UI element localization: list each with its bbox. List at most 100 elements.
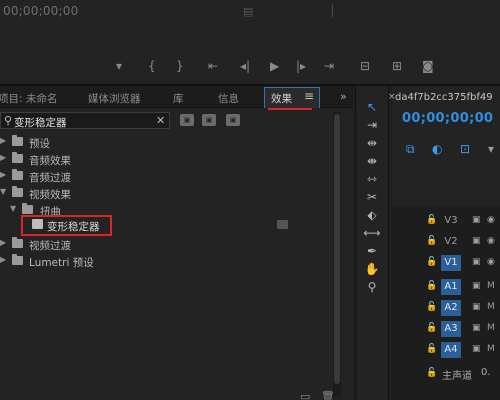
expand-arrow-icon[interactable]: ▶ bbox=[0, 255, 6, 264]
tree-item-video-transitions[interactable]: ▶ 视频过渡 bbox=[0, 236, 340, 253]
ripple-edit-tool-icon[interactable]: ⇹ bbox=[356, 136, 388, 150]
add-marker-icon[interactable]: ▾ bbox=[488, 142, 494, 156]
lock-icon[interactable]: 🔓 bbox=[426, 215, 437, 225]
track-name[interactable]: V1 bbox=[441, 255, 461, 271]
marker-icon[interactable]: ▾ bbox=[116, 58, 122, 74]
eye-icon[interactable]: ◉ bbox=[487, 215, 495, 225]
eye-icon[interactable]: ◉ bbox=[487, 236, 495, 246]
step-back-icon[interactable]: ◂| bbox=[240, 58, 250, 74]
track-v3[interactable]: 🔓 V3 ▣ ◉ bbox=[392, 211, 500, 231]
lock-icon[interactable]: 🔓 bbox=[426, 323, 437, 333]
tree-item-lumetri-presets[interactable]: ▶ Lumetri 预设 bbox=[0, 253, 340, 270]
timeline-toolbar: ⧉ ◐ ⊡ ▾ bbox=[402, 142, 500, 156]
lock-icon[interactable]: 🔓 bbox=[426, 368, 437, 378]
hand-tool-icon[interactable]: ✋ bbox=[356, 262, 388, 276]
sync-lock-icon[interactable]: ▣ bbox=[472, 344, 481, 354]
expand-arrow-icon[interactable]: ▶ bbox=[0, 136, 6, 145]
slip-tool-icon[interactable]: ⬖ bbox=[356, 208, 388, 222]
in-point-icon[interactable]: { bbox=[148, 58, 156, 74]
effects-search-input[interactable]: ⚲ 变形稳定器 ✕ bbox=[0, 112, 170, 129]
expand-arrow-icon[interactable]: ▶ bbox=[0, 153, 6, 162]
tab-effects[interactable]: 效果 bbox=[271, 91, 292, 106]
panel-menu-icon[interactable]: ≡ bbox=[304, 89, 314, 103]
insert-icon[interactable]: ⊟ bbox=[360, 58, 370, 74]
track-name[interactable]: A2 bbox=[441, 300, 461, 316]
rate-stretch-tool-icon[interactable]: ⇿ bbox=[356, 172, 388, 186]
lock-icon[interactable]: 🔓 bbox=[426, 257, 437, 267]
tree-item-audio-effects[interactable]: ▶ 音频效果 bbox=[0, 151, 340, 168]
go-to-out-icon[interactable]: ⇥ bbox=[324, 58, 334, 74]
sync-lock-icon[interactable]: ▣ bbox=[472, 323, 481, 333]
lock-icon[interactable]: 🔓 bbox=[426, 302, 437, 312]
new-bin-icon[interactable]: ▭ 🗑 bbox=[300, 390, 335, 400]
selection-tool-icon[interactable]: ↖ bbox=[356, 100, 388, 114]
lock-icon[interactable]: 🔓 bbox=[426, 236, 437, 246]
razor-tool-icon[interactable]: ✂ bbox=[356, 190, 388, 204]
linked-selection-icon[interactable]: ⊡ bbox=[460, 142, 470, 156]
out-point-icon[interactable]: } bbox=[176, 58, 184, 74]
mute-button[interactable]: M bbox=[487, 281, 495, 291]
pen-tool-icon[interactable]: ✒ bbox=[356, 244, 388, 258]
master-volume-value[interactable]: 0. bbox=[481, 367, 491, 378]
nest-icon[interactable]: ⧉ bbox=[406, 142, 415, 157]
32bit-effects-icon[interactable]: ▣ bbox=[202, 114, 216, 126]
clear-search-icon[interactable]: ✕ bbox=[156, 114, 165, 127]
track-master[interactable]: 🔓 主声道 0. bbox=[392, 364, 500, 384]
track-a3[interactable]: 🔓 A3 ▣ M bbox=[392, 319, 500, 339]
accelerated-badge-icon bbox=[277, 220, 288, 229]
tab-project[interactable]: 项目: 未命名 bbox=[0, 91, 57, 106]
track-name[interactable]: V3 bbox=[441, 213, 461, 229]
snap-icon[interactable]: ◐ bbox=[432, 142, 442, 156]
track-v2[interactable]: 🔓 V2 ▣ ◉ bbox=[392, 232, 500, 252]
zoom-tool-icon[interactable]: ⚲ bbox=[356, 280, 388, 294]
track-a2[interactable]: 🔓 A2 ▣ M bbox=[392, 298, 500, 318]
sync-lock-icon[interactable]: ▣ bbox=[472, 236, 481, 246]
sync-lock-icon[interactable]: ▣ bbox=[472, 281, 481, 291]
go-to-in-icon[interactable]: ⇤ bbox=[208, 58, 218, 74]
sync-lock-icon[interactable]: ▣ bbox=[472, 257, 481, 267]
folder-icon bbox=[12, 135, 23, 146]
yuv-effects-icon[interactable]: ▣ bbox=[226, 114, 240, 126]
track-name[interactable]: A1 bbox=[441, 279, 461, 295]
sequence-timecode[interactable]: 00;00;00;00 bbox=[402, 111, 493, 126]
scrollbar-thumb[interactable] bbox=[334, 114, 340, 384]
sync-lock-icon[interactable]: ▣ bbox=[472, 302, 481, 312]
tree-item-video-effects[interactable]: ▼ 视频效果 bbox=[0, 185, 340, 202]
eye-icon[interactable]: ◉ bbox=[487, 257, 495, 267]
tab-libraries[interactable]: 库 bbox=[173, 91, 184, 106]
mute-button[interactable]: M bbox=[487, 302, 495, 312]
expand-arrow-icon[interactable]: ▶ bbox=[0, 238, 6, 247]
lock-icon[interactable]: 🔓 bbox=[426, 281, 437, 291]
overwrite-icon[interactable]: ⊞ bbox=[392, 58, 402, 74]
tree-item-presets[interactable]: ▶ 预设 bbox=[0, 134, 340, 151]
collapse-arrow-icon[interactable]: ▼ bbox=[0, 187, 6, 196]
track-select-tool-icon[interactable]: ⇥ bbox=[356, 118, 388, 132]
lock-icon[interactable]: 🔓 bbox=[426, 344, 437, 354]
export-frame-icon[interactable]: ◙ bbox=[422, 58, 434, 74]
play-icon[interactable]: ▶ bbox=[270, 58, 279, 74]
sequence-tab[interactable]: da4f7b2cc375fbf49 bbox=[395, 92, 493, 103]
track-a4[interactable]: 🔓 A4 ▣ M bbox=[392, 340, 500, 360]
mute-button[interactable]: M bbox=[487, 344, 495, 354]
track-name[interactable]: V2 bbox=[441, 234, 461, 250]
tree-item-audio-transitions[interactable]: ▶ 音频过渡 bbox=[0, 168, 340, 185]
accelerated-effects-icon[interactable]: ▣ bbox=[180, 114, 194, 126]
monitor-timecode[interactable]: 00;00;00;00 bbox=[3, 4, 78, 18]
collapse-arrow-icon[interactable]: ▼ bbox=[10, 204, 16, 213]
more-tabs-icon[interactable]: » bbox=[340, 90, 347, 103]
expand-arrow-icon[interactable]: ▶ bbox=[0, 170, 6, 179]
rolling-edit-tool-icon[interactable]: ⇼ bbox=[356, 154, 388, 168]
mute-button[interactable]: M bbox=[487, 323, 495, 333]
effect-warp-stabilizer[interactable]: 变形稳定器 bbox=[47, 219, 100, 234]
tab-media-browser[interactable]: 媒体浏览器 bbox=[88, 91, 141, 106]
track-a1[interactable]: 🔓 A1 ▣ M bbox=[392, 277, 500, 297]
delete-icon[interactable]: 🗑 bbox=[321, 390, 335, 400]
step-forward-icon[interactable]: |▸ bbox=[296, 58, 306, 74]
tab-info[interactable]: 信息 bbox=[218, 91, 239, 106]
slide-tool-icon[interactable]: ⟷ bbox=[356, 226, 388, 240]
lift-icon[interactable]: ▤ bbox=[243, 5, 253, 18]
track-name[interactable]: A3 bbox=[441, 321, 461, 337]
sync-lock-icon[interactable]: ▣ bbox=[472, 215, 481, 225]
track-name[interactable]: A4 bbox=[441, 342, 461, 358]
track-v1[interactable]: 🔓 V1 ▣ ◉ bbox=[392, 253, 500, 273]
